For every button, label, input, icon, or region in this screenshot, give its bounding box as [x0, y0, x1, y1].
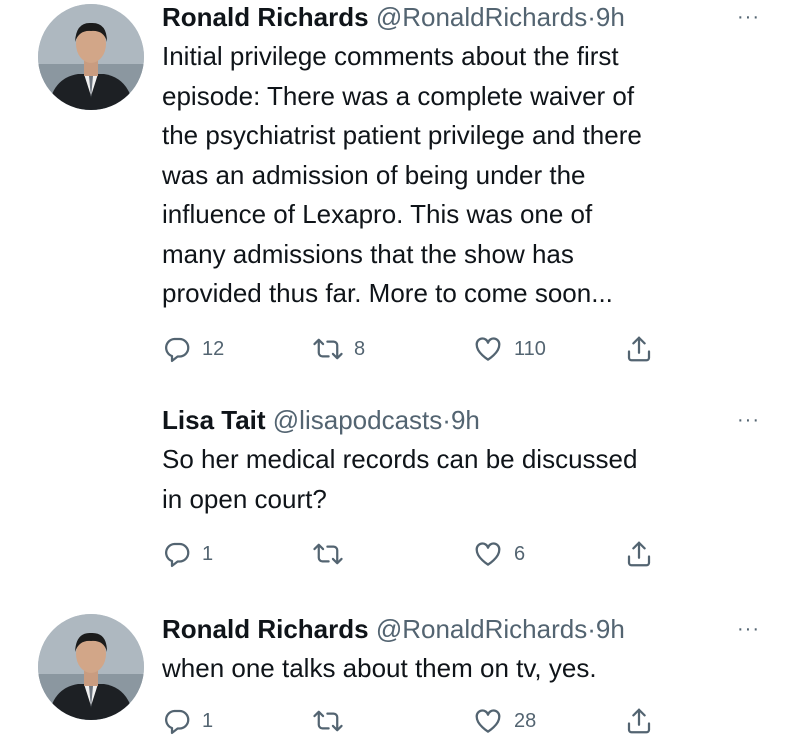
tweet-header: Ronald Richards @RonaldRichards·9h ··· — [162, 0, 760, 34]
reply-icon — [162, 334, 192, 364]
tweet-text: So her medical records can be discussed … — [162, 444, 638, 514]
separator-dot: · — [442, 405, 451, 435]
like-count: 6 — [514, 542, 526, 565]
tweet-actions: 1 28 — [162, 704, 682, 738]
reply-count: 1 — [202, 542, 214, 565]
timestamp[interactable]: 9h — [596, 2, 625, 32]
tweet-text: when one talks about them on tv, yes. — [162, 653, 597, 683]
heart-icon — [472, 539, 504, 569]
retweet-button[interactable] — [312, 537, 354, 571]
reply-button[interactable]: 1 — [162, 537, 213, 571]
reply-button[interactable]: 12 — [162, 332, 224, 366]
share-button[interactable] — [624, 332, 654, 366]
reply-count: 12 — [202, 337, 225, 360]
retweet-icon — [312, 706, 344, 736]
reply-count: 1 — [202, 709, 214, 732]
retweet-button[interactable]: 8 — [312, 332, 365, 366]
reply-button[interactable]: 1 — [162, 704, 213, 738]
like-count: 110 — [514, 337, 546, 360]
tweet-actions: 1 6 — [162, 537, 682, 571]
share-icon — [624, 334, 654, 364]
author-name[interactable]: Ronald Richards — [162, 2, 369, 32]
heart-icon — [472, 706, 504, 736]
separator-dot: · — [587, 2, 596, 32]
author-handle[interactable]: @RonaldRichards — [376, 614, 587, 644]
share-icon — [624, 539, 654, 569]
reply-icon — [162, 539, 192, 569]
avatar[interactable] — [38, 614, 144, 720]
like-count: 28 — [514, 709, 537, 732]
heart-icon — [472, 334, 504, 364]
tweet-text: Initial privilege comments about the fir… — [162, 41, 642, 308]
share-icon — [624, 706, 654, 736]
author-handle[interactable]: @lisapodcasts — [273, 405, 442, 435]
tweet-actions: 12 8 110 — [162, 332, 682, 366]
author-name[interactable]: Lisa Tait — [162, 405, 266, 435]
timestamp[interactable]: 9h — [451, 405, 480, 435]
timestamp[interactable]: 9h — [596, 614, 625, 644]
share-button[interactable] — [624, 704, 654, 738]
tweet-header: Ronald Richards @RonaldRichards·9h ··· — [162, 612, 760, 646]
separator-dot: · — [587, 614, 596, 644]
more-icon[interactable]: ··· — [737, 612, 760, 646]
avatar[interactable] — [38, 4, 144, 110]
author-handle[interactable]: @RonaldRichards — [376, 2, 587, 32]
like-button[interactable]: 28 — [472, 704, 536, 738]
author-name[interactable]: Ronald Richards — [162, 614, 369, 644]
retweet-icon — [312, 539, 344, 569]
retweet-count: 8 — [354, 337, 366, 360]
reply-icon — [162, 706, 192, 736]
tweet-header: Lisa Tait @lisapodcasts·9h ··· — [162, 403, 760, 437]
share-button[interactable] — [624, 537, 654, 571]
like-button[interactable]: 6 — [472, 537, 525, 571]
retweet-icon — [312, 334, 344, 364]
more-icon[interactable]: ··· — [737, 403, 760, 437]
retweet-button[interactable] — [312, 704, 354, 738]
more-icon[interactable]: ··· — [737, 0, 760, 34]
like-button[interactable]: 110 — [472, 332, 546, 366]
